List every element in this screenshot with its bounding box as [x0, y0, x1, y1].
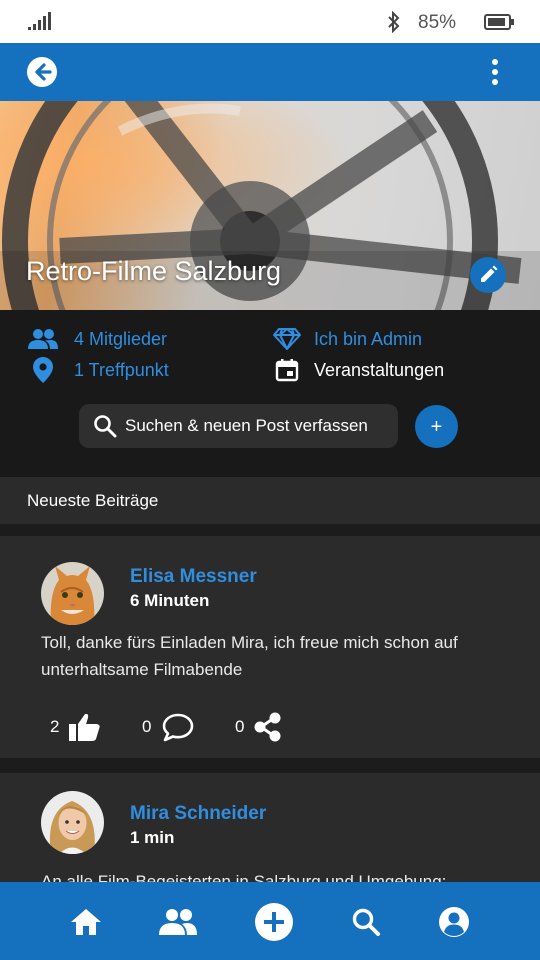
group-icon [159, 909, 197, 935]
search-post-button[interactable]: Suchen & neuen Post verfassen [79, 404, 398, 448]
post-author[interactable]: Mira Schneider [130, 803, 266, 825]
post-card: Mira Schneider 1 min An alle Film-Begeis… [0, 773, 540, 882]
comment-button[interactable]: 0 [142, 712, 195, 742]
search-post-label: Suchen & neuen Post verfassen [125, 416, 368, 435]
edit-icon[interactable] [470, 257, 506, 293]
bluetooth-icon [388, 11, 400, 33]
admin-label: Ich bin Admin [314, 328, 423, 349]
share-icon [254, 712, 281, 742]
avatar[interactable] [41, 791, 104, 854]
calendar-icon [272, 357, 302, 383]
avatar[interactable] [41, 562, 104, 625]
add-circle-icon [255, 903, 293, 941]
like-count: 2 [50, 717, 60, 736]
status-bar: 85% [0, 0, 540, 43]
thumbs-up-icon [69, 713, 101, 741]
nav-search[interactable] [346, 902, 386, 942]
latest-posts-header: Neueste Beiträge [0, 477, 540, 524]
comment-icon [163, 713, 194, 742]
bottom-navigation [0, 882, 540, 960]
app-bar [0, 43, 540, 101]
nav-account[interactable] [434, 902, 474, 942]
post-time: 1 min [130, 828, 175, 847]
post-time: 6 Minuten [130, 591, 210, 610]
section-title: Neueste Beiträge [27, 491, 159, 510]
diamond-icon [272, 326, 302, 352]
post-author[interactable]: Elisa Messner [130, 566, 257, 588]
battery-icon [484, 14, 514, 30]
group-cover-image: Retro-Filme Salzburg [0, 101, 540, 310]
post-text: Toll, danke fürs Einladen Mira, ich freu… [41, 633, 458, 679]
meeting-points-link[interactable]: 1 Treffpunkt [28, 357, 169, 383]
meeting-points-label: 1 Treffpunkt [74, 359, 169, 380]
events-label: Veranstaltungen [314, 359, 445, 380]
account-icon [439, 907, 469, 937]
signal-icon [28, 12, 51, 30]
nav-home[interactable] [66, 902, 106, 942]
share-button[interactable]: 0 [235, 712, 282, 742]
group-title: Retro-Filme Salzburg [26, 256, 282, 286]
add-post-button[interactable]: + [415, 405, 458, 448]
events-link[interactable]: Veranstaltungen [272, 357, 444, 383]
group-icon [28, 326, 58, 352]
search-icon [352, 908, 380, 936]
members-label: 4 Mitglieder [74, 328, 168, 349]
members-link[interactable]: 4 Mitglieder [28, 326, 167, 352]
nav-groups[interactable] [158, 902, 198, 942]
back-arrow-icon[interactable] [26, 56, 58, 88]
nav-add[interactable] [254, 902, 294, 942]
search-icon [94, 415, 117, 438]
battery-percent: 85% [418, 12, 457, 33]
post-card: Elisa Messner 6 Minuten Toll, danke fürs… [0, 536, 540, 758]
share-count: 0 [235, 717, 245, 736]
home-icon [71, 909, 101, 935]
admin-link[interactable]: Ich bin Admin [272, 326, 422, 352]
location-pin-icon [28, 357, 58, 383]
like-button[interactable]: 2 [50, 712, 101, 742]
more-vert-icon[interactable] [482, 57, 508, 87]
comment-count: 0 [142, 717, 152, 736]
plus-icon: + [430, 415, 443, 438]
post-text: An alle Film-Begeisterten in Salzburg un… [41, 872, 447, 882]
